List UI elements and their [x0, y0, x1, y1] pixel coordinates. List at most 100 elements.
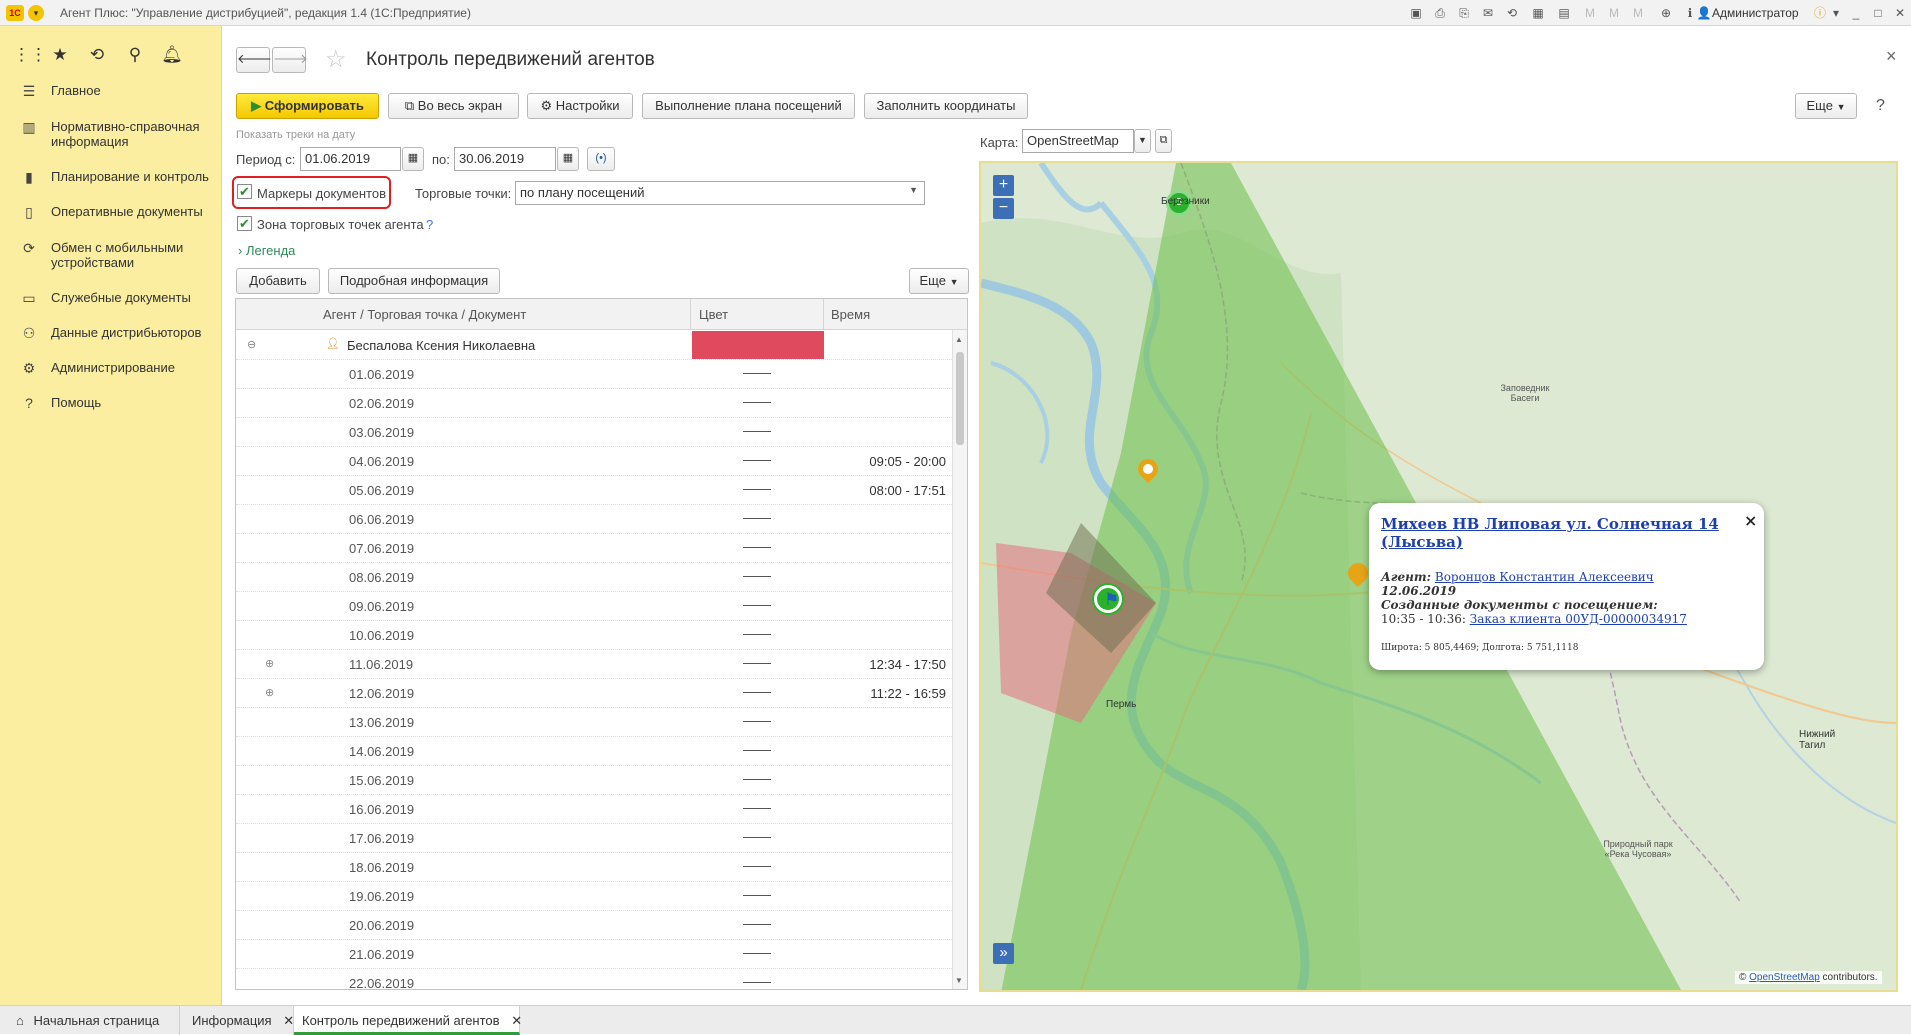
- zoom-in-button[interactable]: +: [993, 175, 1014, 196]
- legend-toggle[interactable]: › Легенда: [238, 243, 295, 258]
- calendar-icon[interactable]: ▦: [1530, 5, 1546, 21]
- column-agent[interactable]: Агент / Торговая точка / Документ: [323, 307, 526, 322]
- sidebar-item-admin[interactable]: ⚙ Администрирование: [0, 360, 222, 380]
- star-icon[interactable]: ☆: [325, 45, 347, 74]
- doc-markers-checkbox[interactable]: ✔: [237, 184, 252, 199]
- table-row[interactable]: 04.06.2019 09:05 - 20:00: [236, 447, 952, 476]
- popup-close-button[interactable]: ×: [1744, 511, 1757, 530]
- details-button[interactable]: Подробная информация: [328, 268, 500, 294]
- collapse-icon[interactable]: ⊖: [247, 338, 256, 351]
- tab-agent-tracking[interactable]: Контроль передвижений агентов ✕: [294, 1006, 522, 1035]
- more-button[interactable]: Еще ▼: [1795, 93, 1857, 119]
- mail-icon[interactable]: ✉: [1480, 5, 1496, 21]
- sidebar-item-operations[interactable]: ▯ Оперативные документы: [0, 204, 222, 224]
- generate-button[interactable]: ▶ Сформировать: [236, 93, 379, 119]
- bell-icon[interactable]: 🔔︎: [161, 44, 183, 66]
- popup-agent-link[interactable]: Воронцов Константин Алексеевич: [1435, 570, 1654, 584]
- scrollbar[interactable]: ▲ ▼: [952, 330, 967, 989]
- table-row[interactable]: 10.06.2019: [236, 621, 952, 650]
- visit-plan-button[interactable]: Выполнение плана посещений: [642, 93, 855, 119]
- app-logo[interactable]: 1С: [6, 5, 24, 21]
- calculator-icon[interactable]: ▤: [1556, 5, 1572, 21]
- expand-panel-button[interactable]: »: [993, 943, 1014, 964]
- table-row[interactable]: ⊕ 11.06.2019 12:34 - 17:50: [236, 650, 952, 679]
- fullscreen-button[interactable]: ⧉ Во весь экран: [388, 93, 519, 119]
- maximize-icon[interactable]: □: [1870, 5, 1886, 21]
- trade-points-select[interactable]: по плану посещений ▼: [515, 181, 925, 205]
- agent-row[interactable]: ⊖ 👤︎ Беспалова Ксения Николаевна: [236, 331, 952, 360]
- expand-icon[interactable]: ⊕: [265, 686, 274, 699]
- table-row[interactable]: 16.06.2019: [236, 795, 952, 824]
- table-row[interactable]: 19.06.2019: [236, 882, 952, 911]
- settings-button[interactable]: ⚙ Настройки: [527, 93, 633, 119]
- apps-grid-icon[interactable]: ⋮⋮: [13, 44, 47, 66]
- table-row[interactable]: 21.06.2019: [236, 940, 952, 969]
- forward-button[interactable]: 🡒: [272, 47, 308, 73]
- sidebar-item-service-docs[interactable]: ▭ Служебные документы: [0, 290, 222, 310]
- scroll-down-icon[interactable]: ▼: [955, 976, 963, 985]
- popup-doc-link[interactable]: Заказ клиента 00УД-00000034917: [1470, 612, 1687, 626]
- agent-color-swatch[interactable]: [692, 331, 824, 359]
- scrollbar-thumb[interactable]: [956, 352, 964, 445]
- info-circle-icon[interactable]: ⓘ: [1812, 5, 1828, 21]
- table-row[interactable]: 03.06.2019: [236, 418, 952, 447]
- attribution-link[interactable]: OpenStreetMap: [1749, 972, 1820, 983]
- table-row[interactable]: 22.06.2019: [236, 969, 952, 989]
- memory-minus-icon[interactable]: M: [1630, 5, 1646, 21]
- close-icon[interactable]: ✕: [283, 1013, 294, 1028]
- save-icon[interactable]: ▣: [1408, 5, 1424, 21]
- expand-icon[interactable]: ⊕: [265, 657, 274, 670]
- print-icon[interactable]: ⎙: [1432, 5, 1448, 21]
- period-to-field[interactable]: 30.06.2019: [454, 147, 556, 171]
- zoom-out-button[interactable]: −: [993, 198, 1014, 219]
- table-row[interactable]: 01.06.2019: [236, 360, 952, 389]
- close-icon[interactable]: ✕: [1892, 5, 1908, 21]
- chevron-down-icon[interactable]: ▾: [1828, 5, 1844, 21]
- calendar-icon[interactable]: ▦: [557, 147, 579, 171]
- table-row[interactable]: 09.06.2019: [236, 592, 952, 621]
- minimize-icon[interactable]: _: [1848, 5, 1864, 21]
- agent-zone-checkbox[interactable]: ✔: [237, 216, 252, 231]
- table-row[interactable]: 13.06.2019: [236, 708, 952, 737]
- table-row[interactable]: 06.06.2019: [236, 505, 952, 534]
- table-row[interactable]: 15.06.2019: [236, 766, 952, 795]
- tab-information[interactable]: Информация ✕: [180, 1006, 294, 1035]
- table-row[interactable]: 02.06.2019: [236, 389, 952, 418]
- sidebar-item-main[interactable]: ☰ Главное: [0, 83, 222, 103]
- current-user[interactable]: Администратор: [1712, 6, 1799, 20]
- search-icon[interactable]: ⚲: [124, 44, 146, 66]
- sidebar-item-reference[interactable]: ▥ Нормативно-справочная информация: [0, 119, 222, 153]
- agent-zone-help[interactable]: ?: [426, 217, 433, 232]
- map-provider-select[interactable]: OpenStreetMap: [1022, 129, 1134, 153]
- close-page-button[interactable]: ×: [1886, 46, 1897, 67]
- attach-icon[interactable]: ⎘: [1456, 5, 1472, 21]
- column-time[interactable]: Время: [831, 307, 870, 322]
- sidebar-item-distributors[interactable]: ⚇ Данные дистрибьюторов: [0, 325, 222, 345]
- zoom-icon[interactable]: ⊕: [1658, 5, 1674, 21]
- back-button[interactable]: 🡐: [236, 47, 272, 73]
- table-row[interactable]: 20.06.2019: [236, 911, 952, 940]
- column-color[interactable]: Цвет: [699, 307, 728, 322]
- table-row[interactable]: 07.06.2019: [236, 534, 952, 563]
- add-button[interactable]: Добавить: [236, 268, 320, 294]
- memory-plus-icon[interactable]: M: [1606, 5, 1622, 21]
- fill-coordinates-button[interactable]: Заполнить координаты: [864, 93, 1028, 119]
- agent-zone-label[interactable]: Зона торговых точек агента: [257, 217, 424, 232]
- doc-markers-label[interactable]: Маркеры документов: [257, 186, 386, 201]
- star-icon[interactable]: ★: [49, 44, 71, 66]
- table-row[interactable]: 17.06.2019: [236, 824, 952, 853]
- sidebar-item-mobile-exchange[interactable]: ⟳ Обмен с мобильными устройствами: [0, 240, 222, 274]
- table-row[interactable]: 08.06.2019: [236, 563, 952, 592]
- table-row[interactable]: 18.06.2019: [236, 853, 952, 882]
- chevron-down-icon[interactable]: ▼: [1134, 129, 1151, 153]
- history-icon[interactable]: ⟲: [86, 44, 108, 66]
- open-external-icon[interactable]: ⧉: [1155, 129, 1172, 153]
- table-row[interactable]: 05.06.2019 08:00 - 17:51: [236, 476, 952, 505]
- sidebar-item-planning[interactable]: ▮ Планирование и контроль: [0, 169, 222, 189]
- sidebar-item-help[interactable]: ? Помощь: [0, 395, 222, 415]
- period-select-icon[interactable]: (•): [587, 147, 615, 171]
- scroll-up-icon[interactable]: ▲: [955, 335, 963, 344]
- period-from-field[interactable]: 01.06.2019: [300, 147, 401, 171]
- help-icon[interactable]: ?: [1876, 97, 1885, 115]
- tab-home[interactable]: ⌂ Начальная страница: [0, 1006, 180, 1035]
